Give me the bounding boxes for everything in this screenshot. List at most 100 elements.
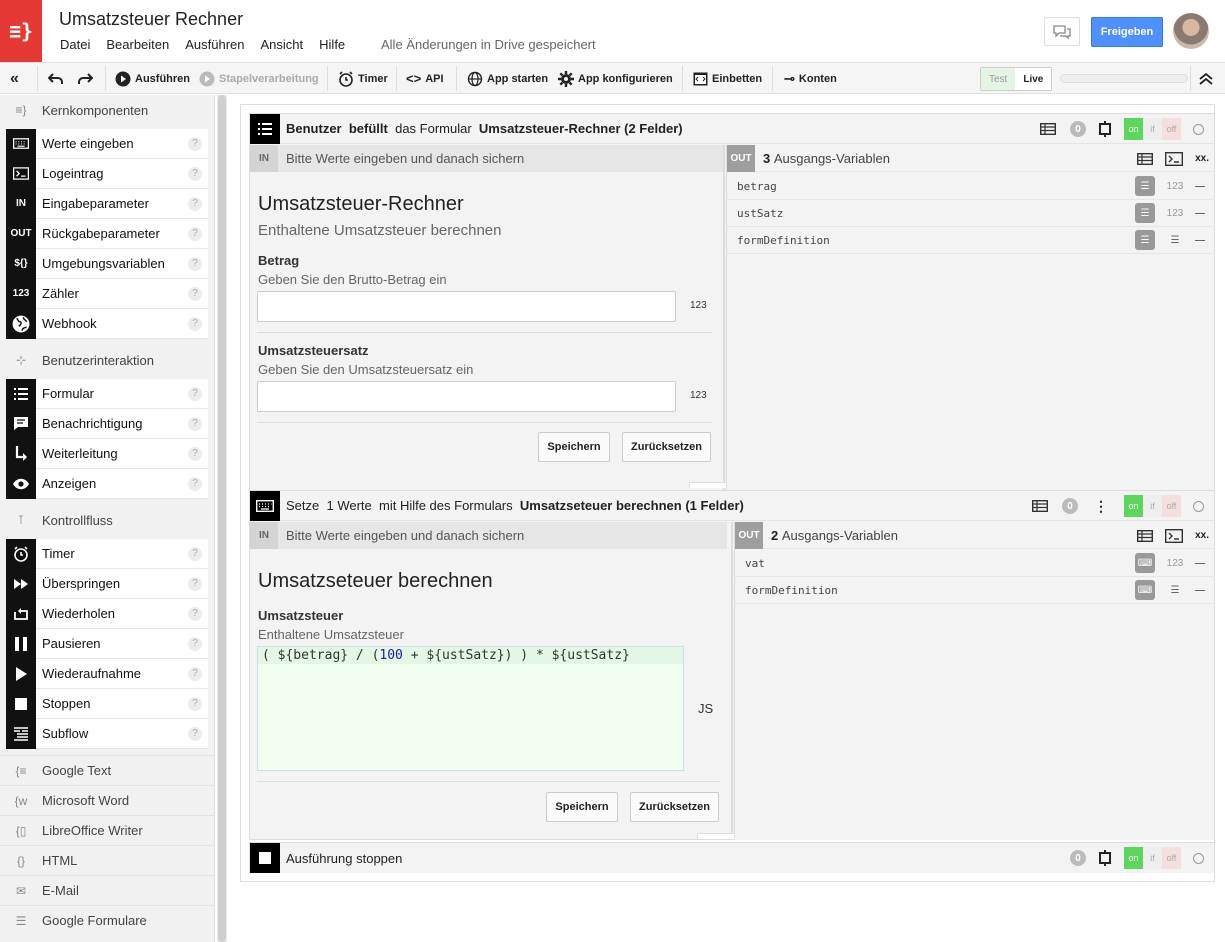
help-icon[interactable]: ? [188, 476, 202, 491]
sidebar-item-rückgabeparameter[interactable]: OUT Rückgabeparameter? [6, 218, 208, 249]
reset-button[interactable]: Zurücksetzen [622, 432, 711, 462]
sidebar-item-stoppen[interactable]: Stoppen? [6, 688, 208, 719]
help-icon[interactable]: ? [188, 446, 202, 461]
sidebar-item-umgebungsvariablen[interactable]: ${} Umgebungsvariablen? [6, 248, 208, 279]
help-icon[interactable]: ? [188, 576, 202, 591]
variable-menu-button[interactable]: ☰ [1135, 176, 1155, 196]
help-icon[interactable]: ? [188, 386, 202, 401]
block-header[interactable]: Ausführung stoppen 0 on if off [250, 843, 1214, 873]
help-icon[interactable]: ? [188, 546, 202, 561]
configure-app-button[interactable]: App konfigurieren [558, 63, 673, 94]
sidebar-item-formular[interactable]: Formular? [6, 378, 208, 409]
menu-ausfuehren[interactable]: Ausführen [185, 37, 244, 52]
sidebar-item-wiederaufnahme[interactable]: Wiederaufnahme? [6, 658, 208, 689]
betrag-input[interactable] [257, 291, 676, 322]
help-icon[interactable]: ? [188, 726, 202, 741]
remove-variable-button[interactable] [1195, 185, 1205, 187]
redo-button[interactable] [77, 63, 93, 94]
template-html[interactable]: {} HTML [0, 845, 215, 875]
menu-ansicht[interactable]: Ansicht [261, 37, 304, 52]
sidebar-scrollbar[interactable] [217, 95, 227, 942]
breakpoint-icon[interactable] [1098, 121, 1112, 137]
start-app-button[interactable]: App starten [467, 63, 548, 94]
help-icon[interactable]: ? [188, 316, 202, 331]
ustsatz-input[interactable] [257, 381, 676, 412]
help-icon[interactable]: ? [188, 606, 202, 621]
document-title[interactable]: Umsatzsteuer Rechner [59, 9, 243, 30]
terminal-icon[interactable] [1165, 151, 1184, 166]
test-option[interactable]: Test [981, 68, 1016, 90]
sidebar-item-eingabeparameter[interactable]: IN Eingabeparameter? [6, 188, 208, 219]
template-google-formulare[interactable]: ☰ Google Formulare [0, 905, 215, 935]
block-state-toggle[interactable]: on if off [1124, 118, 1181, 140]
help-icon[interactable]: ? [188, 416, 202, 431]
batch-button[interactable]: Stapelverarbeitung [199, 63, 319, 94]
accounts-button[interactable]: ⊸ Konten [784, 63, 837, 94]
more-vert-icon[interactable]: ⋮ [1094, 498, 1108, 515]
sidebar-item-werte-eingeben[interactable]: Werte eingeben? [6, 128, 208, 159]
sidebar-item-webhook[interactable]: Webhook? [6, 308, 208, 339]
sidebar-group-1[interactable]: ⊹ Benutzerinteraktion [0, 345, 215, 375]
variable-menu-button[interactable]: ☰ [1135, 203, 1155, 223]
save-button[interactable]: Speichern [546, 792, 618, 822]
table-icon[interactable] [1137, 529, 1154, 542]
table-icon[interactable] [1040, 123, 1056, 135]
code-editor[interactable]: ( ${betrag} / (100 + ${ustSatz}) ) * ${u… [257, 646, 684, 771]
sidebar-item-weiterleitung[interactable]: Weiterleitung? [6, 438, 208, 469]
collapse-sidebar-button[interactable]: « [10, 63, 19, 94]
sidebar-item-pausieren[interactable]: Pausieren? [6, 628, 208, 659]
breakpoint-icon[interactable] [1098, 850, 1112, 866]
run-button[interactable]: Ausführen [115, 63, 190, 94]
help-icon[interactable]: ? [188, 256, 202, 271]
app-logo[interactable]: ≡} [0, 0, 42, 62]
clear-outputs-button[interactable]: xx. [1195, 153, 1209, 164]
sidebar-group-2[interactable]: ⊺ Kontrollfluss [0, 505, 215, 535]
sidebar-item-benachrichtigung[interactable]: Benachrichtigung? [6, 408, 208, 439]
save-button[interactable]: Speichern [538, 432, 610, 462]
sidebar-item-zähler[interactable]: 123 Zähler? [6, 278, 208, 309]
menu-datei[interactable]: Datei [60, 37, 90, 52]
keyboard-menu-button[interactable]: ⌨ [1135, 580, 1155, 600]
menu-bearbeiten[interactable]: Bearbeiten [106, 37, 169, 52]
timer-button[interactable]: Timer [338, 63, 388, 94]
avatar[interactable] [1173, 13, 1209, 49]
sidebar-item-timer[interactable]: Timer? [6, 538, 208, 569]
sidebar-item-subflow[interactable]: Subflow? [6, 718, 208, 749]
comments-button[interactable] [1044, 17, 1080, 46]
variable-menu-button[interactable]: ☰ [1135, 230, 1155, 250]
collapse-header-button[interactable] [1198, 63, 1214, 94]
sidebar-item-logeintrag[interactable]: Logeintrag? [6, 158, 208, 189]
sidebar-item-wiederholen[interactable]: Wiederholen? [6, 598, 208, 629]
block-header[interactable]: Setze 1 Werte mit Hilfe des Formulars Um… [250, 490, 1214, 521]
remove-variable-button[interactable] [1195, 589, 1205, 591]
test-live-toggle[interactable]: Test Live [980, 67, 1053, 91]
share-button[interactable]: Freigeben [1091, 17, 1163, 47]
help-icon[interactable]: ? [188, 666, 202, 681]
block-header[interactable]: Benutzer befüllt das Formular Umsatzsteu… [250, 113, 1214, 144]
menu-hilfe[interactable]: Hilfe [319, 37, 345, 52]
table-icon[interactable] [1137, 152, 1154, 165]
remove-variable-button[interactable] [1195, 212, 1205, 214]
help-icon[interactable]: ? [188, 286, 202, 301]
remove-variable-button[interactable] [1195, 239, 1205, 241]
table-icon[interactable] [1032, 500, 1048, 512]
sidebar-item-anzeigen[interactable]: Anzeigen? [6, 468, 208, 499]
undo-button[interactable] [48, 63, 64, 94]
clear-outputs-button[interactable]: xx. [1195, 530, 1209, 541]
template-e-mail[interactable]: ✉ E-Mail [0, 875, 215, 905]
help-icon[interactable]: ? [188, 636, 202, 651]
embed-button[interactable]: Einbetten [693, 63, 762, 94]
keyboard-menu-button[interactable]: ⌨ [1135, 553, 1155, 573]
sidebar-group-0[interactable]: ≡} Kernkomponenten [0, 95, 215, 125]
reset-button[interactable]: Zurücksetzen [630, 792, 719, 822]
template-microsoft-word[interactable]: {w Microsoft Word [0, 785, 215, 815]
template-google-text[interactable]: {≡ Google Text [0, 755, 215, 785]
help-icon[interactable]: ? [188, 136, 202, 151]
remove-variable-button[interactable] [1195, 562, 1205, 564]
terminal-icon[interactable] [1165, 528, 1184, 543]
help-icon[interactable]: ? [188, 166, 202, 181]
save-status[interactable]: Alle Änderungen in Drive gespeichert [381, 37, 596, 52]
help-icon[interactable]: ? [188, 226, 202, 241]
help-icon[interactable]: ? [188, 196, 202, 211]
template-libreoffice-writer[interactable]: {▯ LibreOffice Writer [0, 815, 215, 845]
